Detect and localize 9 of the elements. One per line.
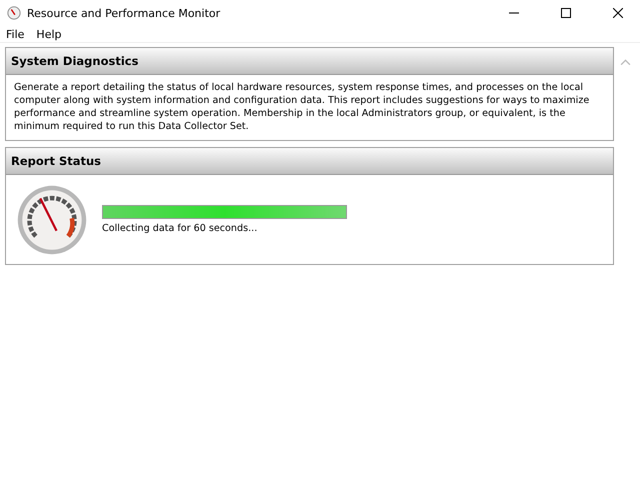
panel-title: Report Status <box>11 154 102 168</box>
menu-item[interactable]: File <box>6 28 24 40</box>
description-text: Generate a report detailing the status of local hardware resources, system response times, and processes on the local computer along with system information and configuration data. This report includes suggestions for ways to maximize performance and streamline system operation. Membership in the local Administrators group, or equivalent, is the minimum required to run this Data Collector Set. <box>14 82 590 132</box>
window-title: Resource and Performance Monitor <box>27 6 220 20</box>
status-text: Collecting data for 60 seconds... <box>102 222 258 234</box>
menu-item[interactable]: Help <box>36 28 62 40</box>
gauge-icon <box>16 184 88 256</box>
panel-title: System Diagnostics <box>11 54 138 68</box>
gauge-icon <box>7 6 21 20</box>
